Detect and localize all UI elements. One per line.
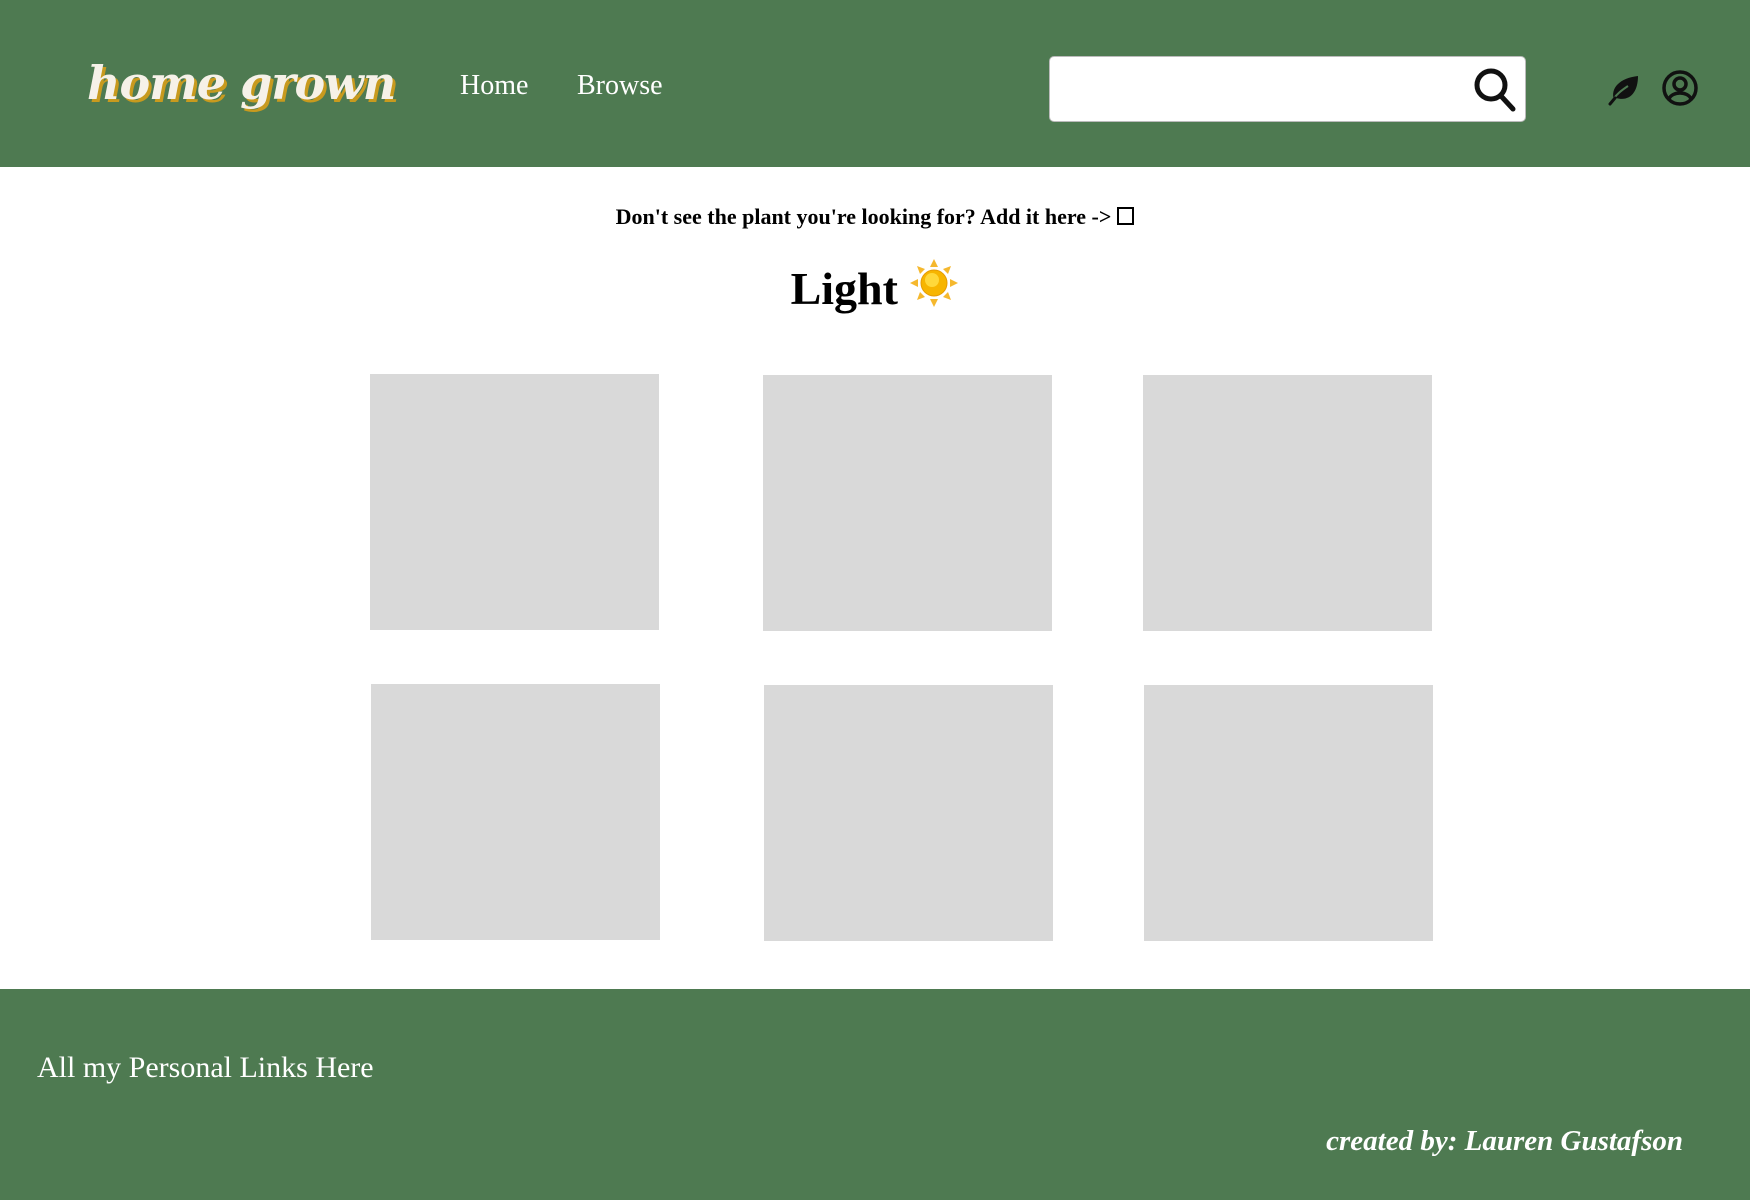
search-bar bbox=[1049, 56, 1526, 122]
user-account-icon[interactable] bbox=[1662, 70, 1698, 106]
footer: All my Personal Links Here created by: L… bbox=[0, 989, 1750, 1200]
title-text: Light bbox=[790, 263, 898, 314]
plant-card[interactable] bbox=[763, 375, 1052, 631]
search-input[interactable] bbox=[1062, 57, 1466, 121]
personal-links[interactable]: All my Personal Links Here bbox=[37, 1051, 374, 1085]
page-title: Light bbox=[0, 258, 1750, 315]
plant-card[interactable] bbox=[1143, 375, 1432, 631]
credit: created by: Lauren Gustafson bbox=[1326, 1125, 1683, 1157]
header: home grown Home Browse bbox=[0, 0, 1750, 167]
leaf-icon[interactable] bbox=[1606, 70, 1642, 106]
nav-home[interactable]: Home bbox=[460, 70, 528, 102]
search-icon[interactable] bbox=[1471, 65, 1519, 113]
nav-browse[interactable]: Browse bbox=[577, 70, 663, 102]
plant-card[interactable] bbox=[764, 685, 1053, 941]
plant-card[interactable] bbox=[1144, 685, 1433, 941]
plant-card[interactable] bbox=[370, 374, 659, 630]
logo[interactable]: home grown bbox=[87, 56, 396, 110]
sun-icon bbox=[910, 259, 959, 307]
add-plant-notice: Don't see the plant you're looking for? … bbox=[0, 204, 1750, 230]
notice-text: Don't see the plant you're looking for? … bbox=[615, 204, 1112, 229]
add-plant-link-icon[interactable] bbox=[1117, 207, 1135, 225]
plant-card[interactable] bbox=[371, 684, 660, 940]
